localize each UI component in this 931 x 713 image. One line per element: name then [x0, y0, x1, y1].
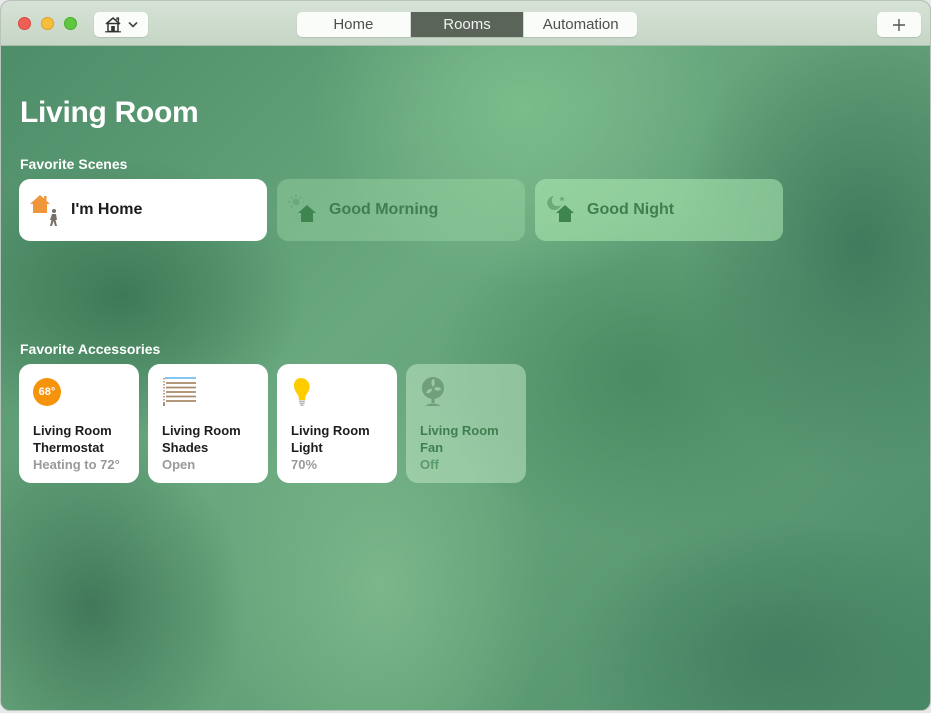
scene-good-night[interactable]: Good Night — [535, 179, 783, 241]
view-tabs: Home Rooms Automation — [297, 12, 637, 37]
accessory-light[interactable]: Living Room Light 70% — [277, 364, 397, 483]
scene-good-morning[interactable]: Good Morning — [277, 179, 525, 241]
room-content: Living Room Favorite Scenes I'm Home Goo… — [1, 46, 930, 710]
light-bulb-icon — [291, 376, 323, 408]
scene-im-home[interactable]: I'm Home — [19, 179, 267, 241]
tab-automation[interactable]: Automation — [524, 12, 637, 37]
accessory-status: 70% — [291, 457, 318, 472]
home-arrival-icon — [29, 193, 63, 227]
accessory-shades[interactable]: Living Room Shades Open — [148, 364, 268, 483]
tab-home[interactable]: Home — [297, 12, 411, 37]
accessory-thermostat[interactable]: 68° Living Room Thermostat Heating to 72… — [19, 364, 139, 483]
house-icon — [105, 16, 121, 33]
chevron-down-icon — [128, 21, 138, 28]
room-title: Living Room — [20, 96, 199, 129]
tab-rooms[interactable]: Rooms — [410, 12, 525, 37]
scene-label: I'm Home — [71, 201, 143, 218]
thermostat-icon: 68° — [33, 376, 65, 408]
close-window-button[interactable] — [18, 17, 31, 30]
scene-label: Good Morning — [329, 201, 439, 218]
favorite-accessories-label: Favorite Accessories — [20, 341, 161, 357]
home-menu-button[interactable] — [94, 12, 148, 37]
accessory-status: Open — [162, 457, 196, 472]
fan-icon — [420, 376, 452, 408]
maximize-window-button[interactable] — [64, 17, 77, 30]
window-shades-icon — [162, 376, 196, 408]
plus-icon — [893, 18, 905, 31]
home-app-window: Home Rooms Automation Living Room Favori… — [0, 0, 931, 711]
morning-sun-house-icon — [287, 193, 321, 227]
accessory-name: Living Room Fan — [420, 423, 499, 455]
accessory-fan[interactable]: Living Room Fan Off — [406, 364, 526, 483]
accessory-name: Living Room Thermostat — [33, 423, 112, 455]
accessory-status: Off — [420, 457, 439, 472]
night-moon-house-icon — [545, 193, 579, 227]
minimize-window-button[interactable] — [41, 17, 54, 30]
accessory-status: Heating to 72° — [33, 457, 120, 472]
favorite-scenes-label: Favorite Scenes — [20, 156, 128, 172]
scene-label: Good Night — [587, 201, 675, 218]
thermostat-temperature-badge: 68° — [33, 378, 61, 406]
add-button[interactable] — [877, 12, 921, 37]
toolbar: Home Rooms Automation — [1, 1, 930, 46]
accessory-name: Living Room Shades — [162, 423, 241, 455]
accessory-name: Living Room Light — [291, 423, 370, 455]
